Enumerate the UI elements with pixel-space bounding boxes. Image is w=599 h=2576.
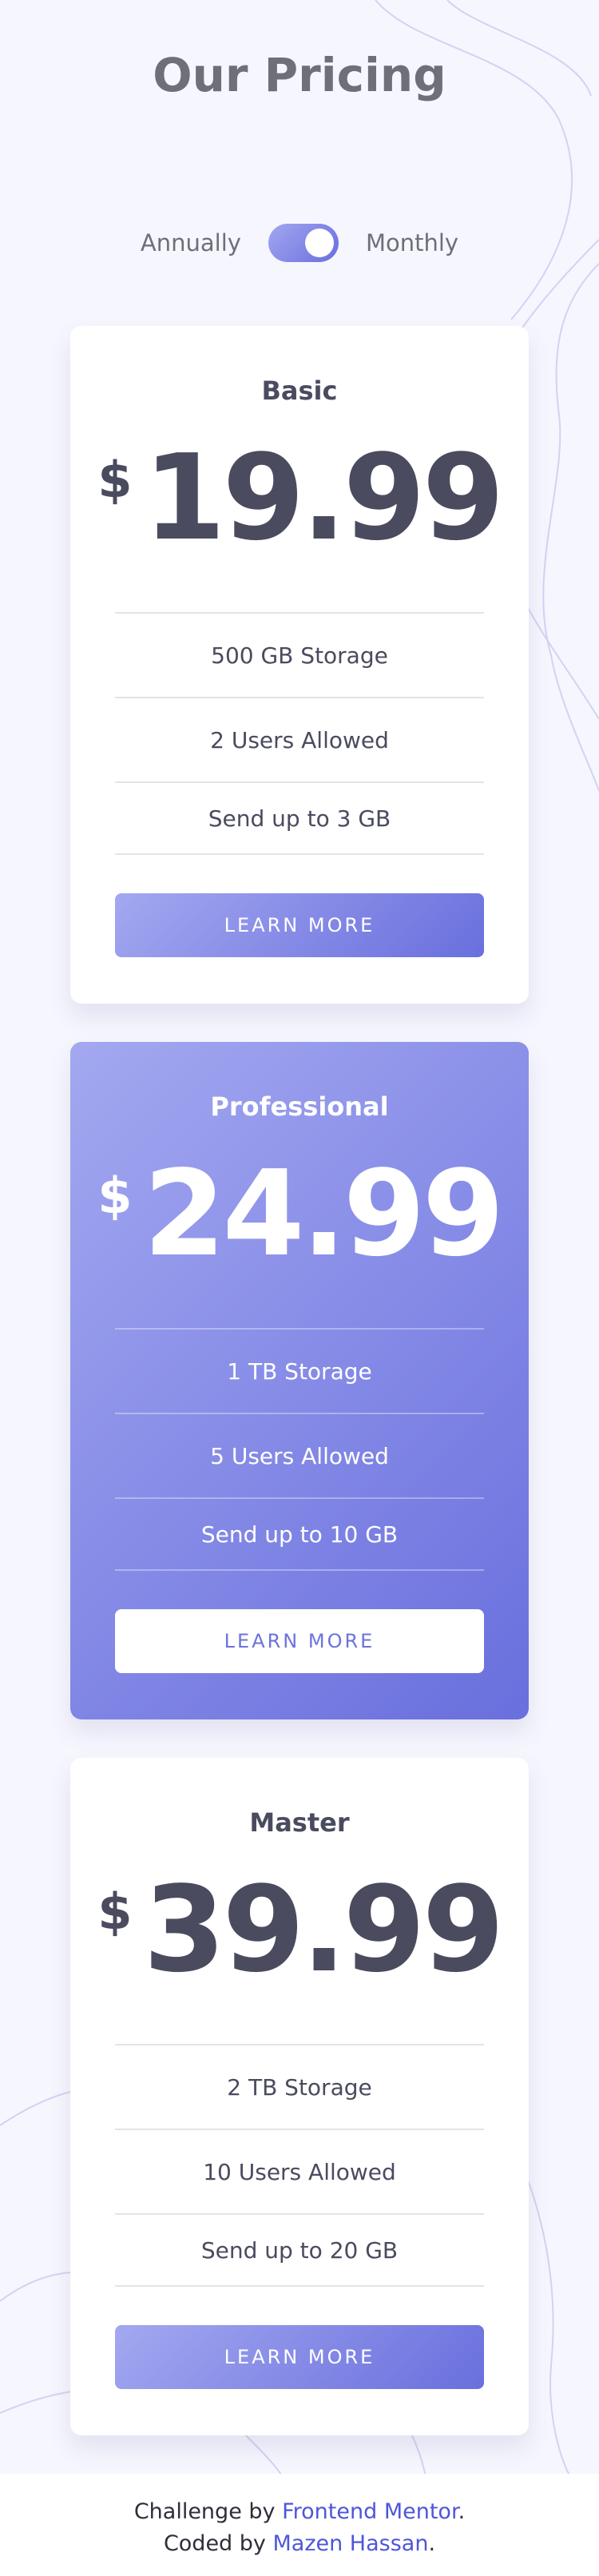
- frontend-mentor-link[interactable]: Frontend Mentor: [282, 2499, 458, 2524]
- plan-name: Basic: [261, 376, 338, 406]
- monthly-label[interactable]: Monthly: [366, 229, 458, 256]
- attribution-text: Coded by: [163, 2531, 273, 2556]
- attribution-line-challenge: Challenge by Frontend Mentor.: [0, 2496, 599, 2528]
- plan-card-professional: Professional $ 24.99 1 TB Storage 5 User…: [70, 1042, 529, 1719]
- price-amount: 24.99: [143, 1145, 505, 1282]
- feature-item: 5 Users Allowed: [115, 1414, 484, 1499]
- price-amount: 19.99: [143, 429, 505, 566]
- feature-item: 1 TB Storage: [115, 1330, 484, 1414]
- plan-card-basic: Basic $ 19.99 500 GB Storage 2 Users All…: [70, 326, 529, 1004]
- annually-label[interactable]: Annually: [141, 229, 241, 256]
- feature-list: 1 TB Storage 5 Users Allowed Send up to …: [115, 1328, 484, 1571]
- currency-symbol: $: [97, 1882, 133, 1941]
- plan-price: $ 39.99: [70, 1862, 529, 1998]
- feature-item: 10 Users Allowed: [115, 2130, 484, 2215]
- feature-item: Send up to 3 GB: [115, 783, 484, 855]
- billing-period-toggle[interactable]: [268, 224, 339, 262]
- attribution-footer: Challenge by Frontend Mentor. Coded by M…: [0, 2474, 599, 2576]
- plan-price: $ 24.99: [70, 1146, 529, 1282]
- author-link[interactable]: Mazen Hassan: [272, 2531, 428, 2556]
- attribution-text: Challenge by: [133, 2499, 283, 2524]
- feature-item: 2 Users Allowed: [115, 698, 484, 783]
- currency-symbol: $: [97, 1167, 133, 1225]
- learn-more-button-master[interactable]: LEARN MORE: [115, 2325, 484, 2389]
- attribution-line-coder: Coded by Mazen Hassan.: [0, 2528, 599, 2560]
- billing-toggle-row: Annually Monthly: [0, 221, 599, 265]
- plan-price: $ 19.99: [70, 430, 529, 566]
- plan-name: Professional: [210, 1091, 389, 1122]
- currency-symbol: $: [97, 451, 133, 509]
- feature-item: 500 GB Storage: [115, 614, 484, 698]
- feature-item: Send up to 10 GB: [115, 1499, 484, 1571]
- plan-name: Master: [249, 1807, 350, 1838]
- feature-item: 2 TB Storage: [115, 2045, 484, 2130]
- price-amount: 39.99: [143, 1861, 505, 1998]
- attribution-period: .: [428, 2531, 436, 2556]
- learn-more-button-professional[interactable]: LEARN MORE: [115, 1609, 484, 1673]
- page-title: Our Pricing: [153, 48, 446, 102]
- feature-item: Send up to 20 GB: [115, 2215, 484, 2287]
- attribution-period: .: [458, 2499, 466, 2524]
- toggle-knob: [304, 229, 334, 257]
- feature-list: 2 TB Storage 10 Users Allowed Send up to…: [115, 2044, 484, 2287]
- feature-list: 500 GB Storage 2 Users Allowed Send up t…: [115, 612, 484, 855]
- learn-more-button-basic[interactable]: LEARN MORE: [115, 893, 484, 957]
- plan-card-master: Master $ 39.99 2 TB Storage 10 Users All…: [70, 1758, 529, 2435]
